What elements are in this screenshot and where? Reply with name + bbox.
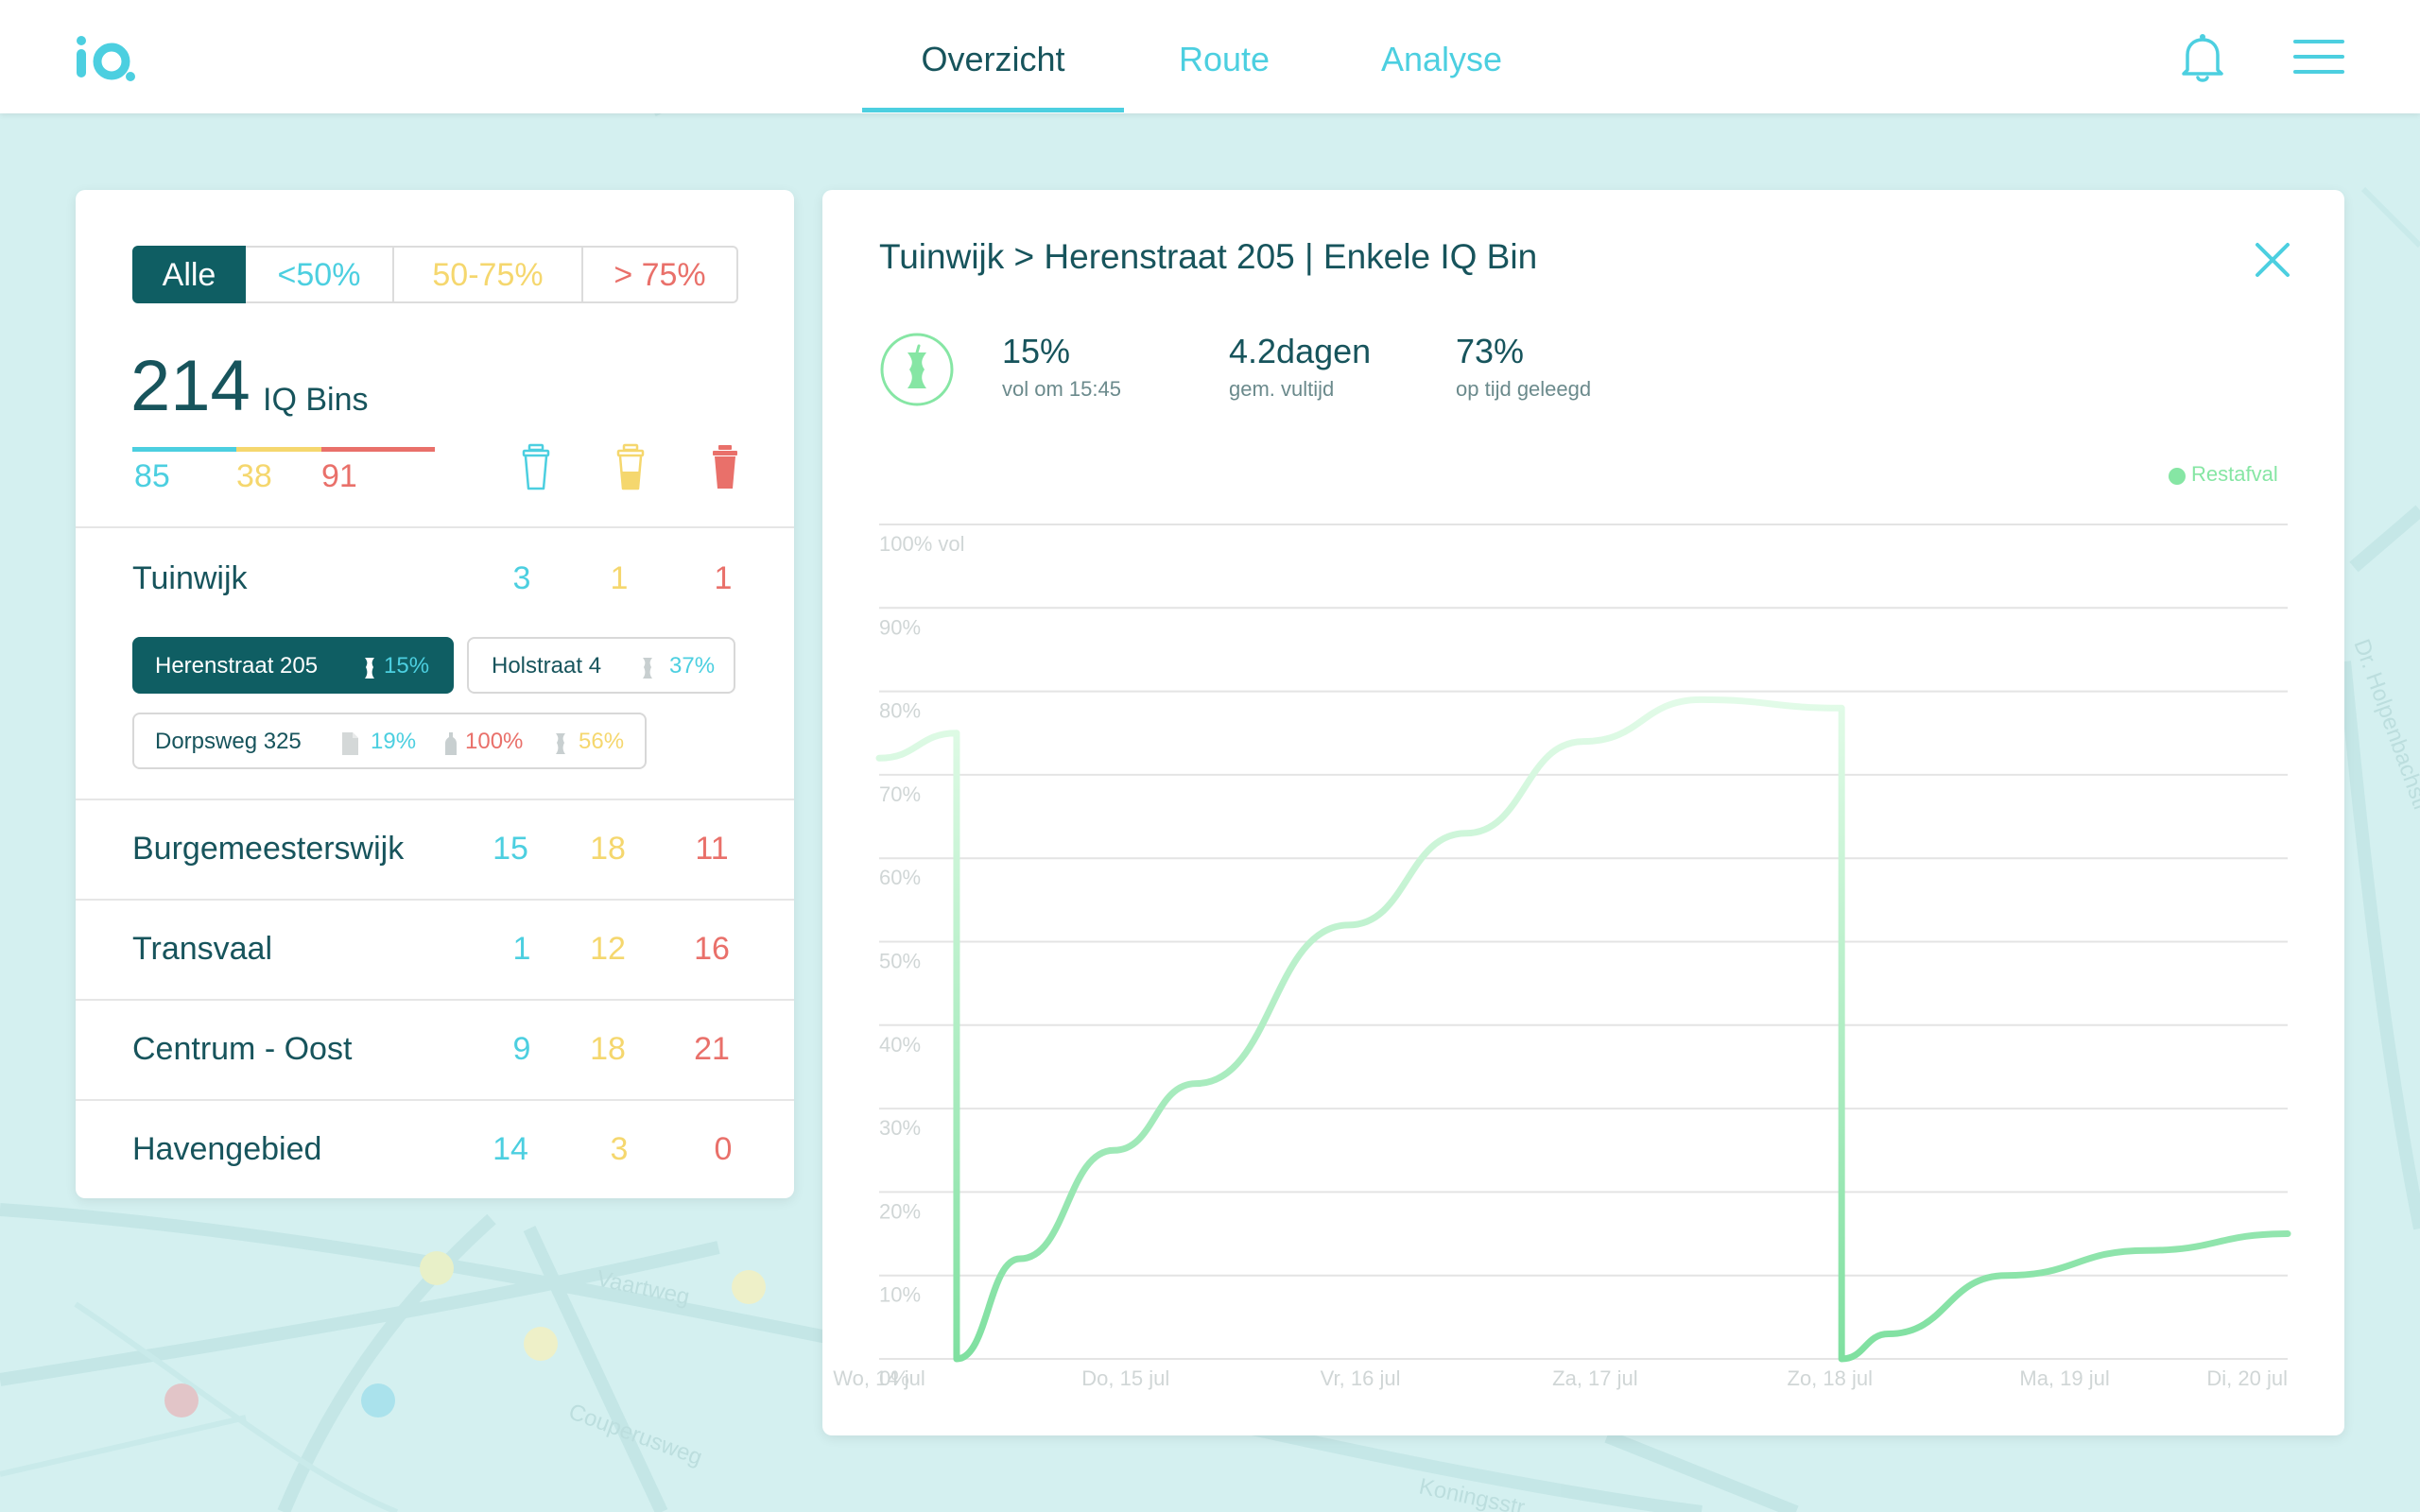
district-mid-count: 18 xyxy=(590,831,626,867)
divider xyxy=(76,526,794,528)
bin-detail-panel: Tuinwijk > Herenstraat 205 | Enkele IQ B… xyxy=(822,190,2344,1435)
district-name-tuinwijk[interactable]: Tuinwijk xyxy=(132,560,248,597)
total-bins-label: IQ Bins xyxy=(263,382,369,418)
apple-core-icon xyxy=(643,658,652,679)
district-high-count: 0 xyxy=(714,1131,733,1167)
district-mid-count: 3 xyxy=(610,1131,629,1167)
apple-core-icon xyxy=(556,733,565,754)
mid-fill-count: 38 xyxy=(236,458,272,494)
district-high-count: 21 xyxy=(694,1031,730,1067)
bin-chip-herenstraat-205[interactable]: Herenstraat 205 15% xyxy=(132,637,454,694)
iq-logo[interactable] xyxy=(74,32,136,81)
bin-chip-label: Holstraat 4 xyxy=(492,653,602,679)
district-low-count: 1 xyxy=(512,931,531,967)
fill-level-filter: Alle <50% 50-75% > 75% xyxy=(132,246,738,303)
fill-level-chart: 0%10%20%30%40%50%60%70%80%90%100% vol Wo… xyxy=(833,524,2291,1390)
district-high-count: 11 xyxy=(695,831,729,867)
y-tick-label: 70% xyxy=(879,782,921,806)
x-tick-label: Wo, 14 jul xyxy=(833,1366,925,1390)
total-bins-count: 214 xyxy=(130,346,251,426)
low-fill-count: 85 xyxy=(134,458,170,494)
district-name-centrum-oost[interactable]: Centrum - Oost xyxy=(132,1031,352,1068)
district-low-count: 14 xyxy=(493,1131,528,1167)
y-tick-label: 80% xyxy=(879,699,921,723)
top-navigation-bar: Overzicht Route Analyse xyxy=(0,0,2420,113)
tab-route[interactable]: Route xyxy=(1153,0,1295,113)
bell-icon[interactable] xyxy=(2176,32,2229,85)
active-tab-indicator xyxy=(862,108,1124,112)
district-name-havengebied[interactable]: Havengebied xyxy=(132,1131,321,1168)
paper-icon xyxy=(342,732,358,755)
bin-chip-dorpsweg-325[interactable]: Dorpsweg 325 19% 100% 56% xyxy=(132,713,647,769)
district-name-transvaal[interactable]: Transvaal xyxy=(132,931,272,968)
district-low-count: 9 xyxy=(512,1031,531,1067)
district-mid-count: 18 xyxy=(590,1031,626,1067)
bin-chip-fill: 15% xyxy=(384,653,430,679)
district-mid-count: 12 xyxy=(590,931,626,967)
bin-chip-label: Dorpsweg 325 xyxy=(155,729,302,754)
full-bin-icon xyxy=(713,445,737,489)
x-tick-label: Di, 20 jul xyxy=(2206,1366,2288,1390)
bottle-icon xyxy=(445,732,457,755)
series-line-restafval xyxy=(875,696,2291,1363)
y-tick-label: 20% xyxy=(879,1199,921,1223)
filter-50-75-button[interactable]: 50-75% xyxy=(394,246,583,303)
x-tick-label: Za, 17 jul xyxy=(1552,1366,1638,1390)
district-name-burgemeesterswijk[interactable]: Burgemeesterswijk xyxy=(132,831,404,868)
bin-chip-fill-organic: 56% xyxy=(579,729,625,754)
district-high-count: 1 xyxy=(714,560,733,596)
empty-bin-icon xyxy=(522,443,550,490)
x-tick-label: Vr, 16 jul xyxy=(1321,1366,1401,1390)
hamburger-menu-icon[interactable] xyxy=(2293,38,2344,76)
y-tick-label: 100% vol xyxy=(879,532,965,556)
high-fill-count: 91 xyxy=(321,458,357,494)
divider xyxy=(76,899,794,901)
filter-all-button[interactable]: Alle xyxy=(132,246,246,303)
y-tick-label: 10% xyxy=(879,1283,921,1307)
y-tick-label: 60% xyxy=(879,866,921,889)
bin-chip-holstraat-4[interactable]: Holstraat 4 37% xyxy=(467,637,735,694)
tab-overzicht[interactable]: Overzicht xyxy=(862,0,1124,113)
bin-chip-label: Herenstraat 205 xyxy=(155,653,319,679)
y-tick-label: 40% xyxy=(879,1033,921,1057)
filter-over-75-button[interactable]: > 75% xyxy=(583,246,738,303)
district-low-count: 3 xyxy=(512,560,531,596)
high-fill-bar xyxy=(321,447,435,452)
apple-core-icon xyxy=(365,658,374,679)
tab-analyse[interactable]: Analyse xyxy=(1361,0,1522,113)
filter-under-50-button[interactable]: <50% xyxy=(246,246,394,303)
y-tick-label: 50% xyxy=(879,950,921,973)
mid-fill-bar xyxy=(236,447,321,452)
bin-chip-fill-paper: 19% xyxy=(371,729,417,754)
district-high-count: 16 xyxy=(694,931,730,967)
bins-overview-panel: Alle <50% 50-75% > 75% 214 IQ Bins 85 38… xyxy=(76,190,794,1198)
x-tick-label: Ma, 19 jul xyxy=(2019,1366,2109,1390)
y-tick-label: 90% xyxy=(879,615,921,639)
x-tick-label: Do, 15 jul xyxy=(1081,1366,1169,1390)
district-mid-count: 1 xyxy=(610,560,629,596)
bin-chip-fill-bottle: 100% xyxy=(465,729,524,754)
divider xyxy=(76,799,794,800)
y-tick-label: 30% xyxy=(879,1116,921,1140)
x-tick-label: Zo, 18 jul xyxy=(1788,1366,1874,1390)
divider xyxy=(76,1099,794,1101)
half-full-bin-icon xyxy=(616,443,645,490)
district-low-count: 15 xyxy=(493,831,528,867)
bin-chip-fill: 37% xyxy=(669,653,716,679)
divider xyxy=(76,999,794,1001)
low-fill-bar xyxy=(132,447,236,452)
